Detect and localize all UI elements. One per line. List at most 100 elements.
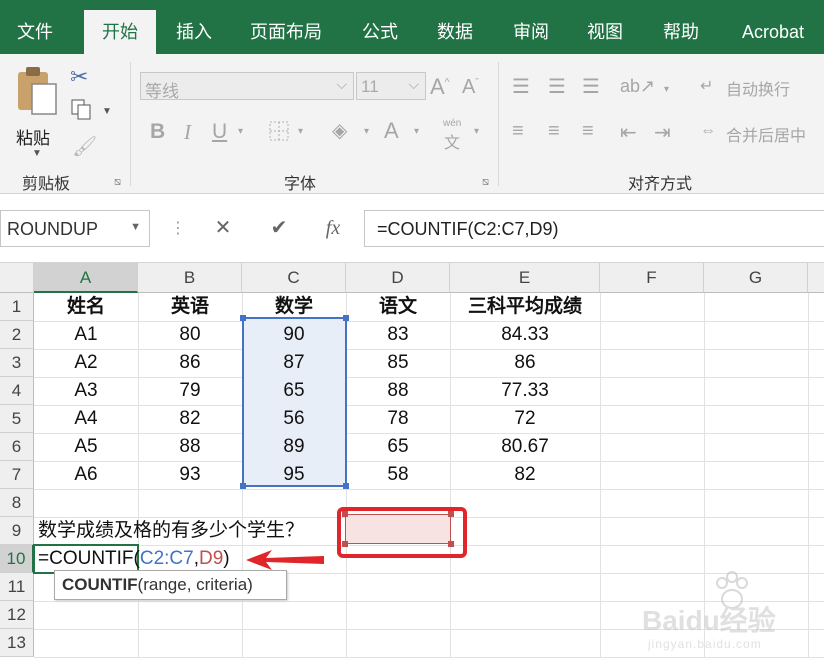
fill-color-icon[interactable]: ◈ — [332, 118, 347, 143]
row-header[interactable]: 5 — [0, 405, 34, 433]
align-left-icon[interactable]: ≡ — [512, 120, 524, 143]
table-cell[interactable]: 65 — [346, 433, 450, 461]
tab-formulas[interactable]: 公式 — [348, 10, 412, 54]
column-header[interactable]: F — [600, 263, 704, 293]
table-header-cell[interactable]: 英语 — [138, 293, 242, 321]
table-cell[interactable]: A3 — [34, 377, 138, 405]
align-middle-icon[interactable]: ☰ — [548, 74, 566, 99]
criteria-cell-d9[interactable] — [342, 511, 454, 547]
table-cell[interactable]: 78 — [346, 405, 450, 433]
chevron-down-icon[interactable]: ▾ — [414, 126, 419, 137]
align-top-icon[interactable]: ☰ — [512, 74, 530, 99]
chevron-down-icon[interactable]: ▾ — [238, 126, 243, 137]
tab-review[interactable]: 审阅 — [498, 10, 564, 54]
tab-data[interactable]: 数据 — [422, 10, 488, 54]
column-header[interactable]: B — [138, 263, 242, 293]
dialog-launcher-icon[interactable]: ⧅ — [114, 176, 121, 189]
row-header[interactable]: 8 — [0, 489, 34, 517]
table-cell[interactable]: 82 — [450, 461, 600, 489]
cut-icon[interactable]: ✂ — [70, 64, 88, 90]
cancel-button[interactable]: ✕ — [196, 210, 250, 247]
table-cell[interactable]: 95 — [242, 461, 346, 489]
table-cell[interactable]: 58 — [346, 461, 450, 489]
formula-input[interactable]: =COUNTIF(C2:C7,D9) — [364, 210, 824, 247]
table-cell[interactable]: 65 — [242, 377, 346, 405]
table-cell[interactable]: 90 — [242, 321, 346, 349]
underline-icon[interactable]: U — [212, 120, 227, 144]
range-handle[interactable] — [342, 541, 348, 547]
wrap-text-button[interactable]: 自动换行 — [726, 76, 790, 100]
paste-button[interactable]: 粘贴 ▼ — [12, 64, 62, 164]
phonetic-icon[interactable]: wén 文 — [440, 118, 466, 152]
decrease-indent-icon[interactable]: ⇤ — [620, 120, 637, 145]
table-cell[interactable]: A4 — [34, 405, 138, 433]
column-header[interactable]: A — [34, 263, 138, 293]
row-header[interactable]: 3 — [0, 349, 34, 377]
insert-function-button[interactable]: fx — [306, 210, 360, 247]
table-cell[interactable]: 83 — [346, 321, 450, 349]
row-header[interactable]: 6 — [0, 433, 34, 461]
table-cell[interactable]: 79 — [138, 377, 242, 405]
tab-home[interactable]: 开始 — [84, 10, 156, 54]
chevron-down-icon[interactable]: ▾ — [364, 126, 369, 137]
table-cell[interactable]: 86 — [450, 349, 600, 377]
merge-center-button[interactable]: 合并后居中 — [726, 122, 806, 146]
table-cell[interactable]: 88 — [138, 433, 242, 461]
table-cell[interactable]: 87 — [242, 349, 346, 377]
orientation-icon[interactable]: ab↗ — [620, 76, 655, 97]
tab-help[interactable]: 帮助 — [648, 10, 714, 54]
column-header[interactable]: C — [242, 263, 346, 293]
table-cell[interactable]: 85 — [346, 349, 450, 377]
increase-indent-icon[interactable]: ⇥ — [654, 120, 671, 145]
table-cell[interactable]: A5 — [34, 433, 138, 461]
table-cell[interactable]: A1 — [34, 321, 138, 349]
copy-icon[interactable] — [70, 98, 96, 125]
column-header[interactable]: D — [346, 263, 450, 293]
select-all-corner[interactable] — [0, 263, 34, 293]
row-header[interactable]: 9 — [0, 517, 34, 545]
table-cell[interactable]: 93 — [138, 461, 242, 489]
table-cell[interactable]: 88 — [346, 377, 450, 405]
font-name-combo[interactable]: 等线 ⌵ — [140, 72, 354, 101]
chevron-down-icon[interactable]: ▾ — [664, 84, 669, 95]
row-header[interactable]: 1 — [0, 293, 34, 321]
table-cell[interactable]: 77.33 — [450, 377, 600, 405]
row-header[interactable]: 7 — [0, 461, 34, 489]
column-header[interactable]: G — [704, 263, 808, 293]
table-header-cell[interactable]: 姓名 — [34, 293, 138, 321]
border-icon[interactable] — [268, 120, 290, 147]
table-cell[interactable]: A6 — [34, 461, 138, 489]
enter-button[interactable]: ✔ — [252, 210, 306, 247]
wrap-text-icon[interactable]: ↵ — [700, 76, 713, 96]
formula-edit-cell[interactable]: =COUNTIF(C2:C7,D9) — [38, 545, 230, 573]
row-header[interactable]: 10 — [0, 545, 34, 573]
table-cell[interactable]: 80.67 — [450, 433, 600, 461]
range-handle[interactable] — [448, 541, 454, 547]
worksheet-grid[interactable]: A B C D E F G 1 2 3 4 5 6 7 8 9 10 11 12… — [0, 262, 824, 658]
increase-font-icon[interactable]: A^ — [430, 74, 449, 100]
row-header[interactable]: 13 — [0, 629, 34, 657]
name-box[interactable]: ROUNDUP ▼ — [0, 210, 150, 247]
table-cell[interactable]: 82 — [138, 405, 242, 433]
bold-icon[interactable]: B — [150, 120, 165, 144]
table-header-cell[interactable]: 数学 — [242, 293, 346, 321]
table-header-cell[interactable]: 语文 — [346, 293, 450, 321]
table-cell[interactable]: 72 — [450, 405, 600, 433]
row-header[interactable]: 11 — [0, 573, 34, 601]
font-color-icon[interactable]: A — [384, 118, 399, 144]
table-header-cell[interactable]: 三科平均成绩 — [450, 293, 600, 321]
italic-icon[interactable]: I — [184, 120, 191, 145]
decrease-font-icon[interactable]: Aˇ — [462, 76, 479, 99]
row-header[interactable]: 4 — [0, 377, 34, 405]
column-header[interactable]: E — [450, 263, 600, 293]
table-cell[interactable]: 80 — [138, 321, 242, 349]
tab-insert[interactable]: 插入 — [160, 10, 228, 54]
table-cell[interactable]: 89 — [242, 433, 346, 461]
column-header[interactable] — [808, 263, 824, 293]
dialog-launcher-icon[interactable]: ⧅ — [482, 176, 489, 189]
table-cell[interactable]: 56 — [242, 405, 346, 433]
merge-center-icon[interactable]: ⇔ — [700, 122, 716, 140]
table-cell[interactable]: 86 — [138, 349, 242, 377]
table-cell[interactable]: 84.33 — [450, 321, 600, 349]
align-center-icon[interactable]: ≡ — [548, 120, 560, 143]
